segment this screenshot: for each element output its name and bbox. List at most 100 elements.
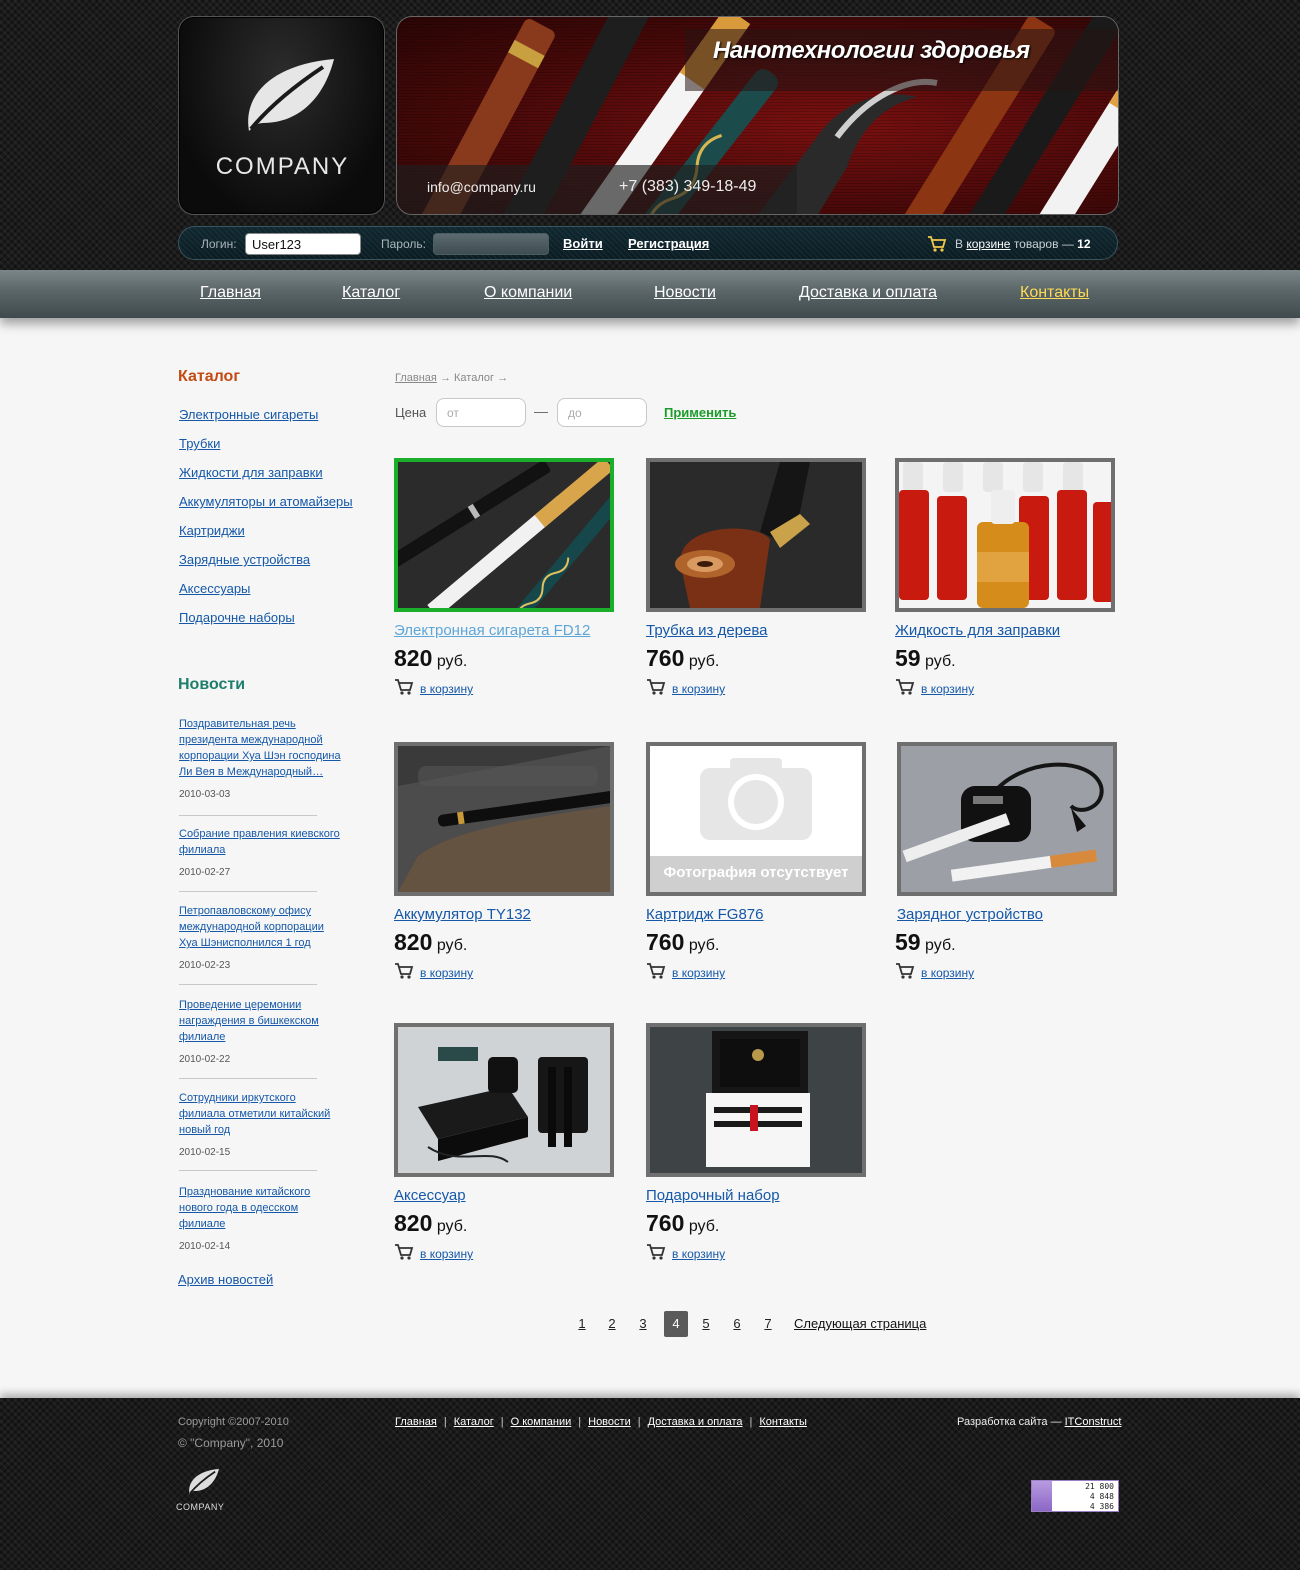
news-archive-link[interactable]: Архив новостей: [178, 1272, 273, 1287]
cart-icon[interactable]: [646, 1243, 666, 1260]
product-image[interactable]: [394, 1023, 614, 1177]
product-name-link[interactable]: Жидкость для заправки: [895, 622, 1060, 639]
catalog-heading: Каталог: [178, 368, 240, 385]
price-value: 59: [895, 645, 921, 671]
contact-email[interactable]: info@company.ru: [427, 179, 536, 195]
news-link[interactable]: Сотрудники иркутского филиала отметили к…: [179, 1090, 341, 1138]
price-currency: руб.: [688, 937, 720, 954]
cart-icon[interactable]: [927, 235, 947, 252]
news-link[interactable]: Празднование китайского нового года в од…: [179, 1184, 325, 1232]
price-value: 59: [895, 929, 921, 955]
cart-icon[interactable]: [646, 678, 666, 695]
page-link[interactable]: 6: [725, 1311, 749, 1337]
category-link[interactable]: Аксессуары: [179, 581, 250, 596]
add-to-cart-link[interactable]: в корзину: [672, 1247, 725, 1261]
product-image[interactable]: [646, 458, 866, 612]
price-from-input[interactable]: [436, 398, 526, 427]
price-currency: руб.: [436, 653, 468, 670]
product-name-link[interactable]: Трубка из дерева: [646, 622, 768, 639]
cart-icon[interactable]: [394, 962, 414, 979]
register-link[interactable]: Регистрация: [628, 236, 709, 251]
news-date: 2010-02-15: [179, 1147, 231, 1158]
news-link[interactable]: Поздравительная речь президента междунар…: [179, 716, 351, 780]
product-image[interactable]: [394, 458, 614, 612]
product-name-link[interactable]: Зарядног устройство: [897, 906, 1043, 923]
page-link[interactable]: 5: [694, 1311, 718, 1337]
news-divider: [179, 891, 317, 892]
add-to-cart-link[interactable]: в корзину: [420, 1247, 473, 1261]
category-link[interactable]: Трубки: [179, 436, 220, 451]
developer-link[interactable]: ITConstruct: [1065, 1416, 1122, 1428]
apply-filter-button[interactable]: Применить: [664, 405, 736, 420]
product-card: Фотография отсутствует Картридж FG876 76…: [646, 742, 886, 992]
price-value: 760: [646, 1210, 685, 1236]
news-heading: Новости: [178, 676, 246, 693]
next-page-link[interactable]: Следующая страница: [794, 1311, 926, 1337]
news-link[interactable]: Собрание правления киевского филиала: [179, 826, 349, 858]
footer-nav-home[interactable]: Главная: [395, 1416, 437, 1428]
news-link[interactable]: Проведение церемонии награждения в бишке…: [179, 997, 329, 1045]
visit-counter-badge[interactable]: 21 800 4 848 4 386: [1031, 1480, 1119, 1512]
product-card: Зарядног устройство 59 руб. в корзину: [895, 742, 1137, 992]
product-name-link[interactable]: Подарочный набор: [646, 1187, 780, 1204]
developer-prefix: Разработка сайта —: [957, 1416, 1062, 1428]
price-to-input[interactable]: [557, 398, 647, 427]
footer-nav-news[interactable]: Новости: [588, 1416, 631, 1428]
cart-icon[interactable]: [394, 1243, 414, 1260]
price-value: 760: [646, 645, 685, 671]
news-link[interactable]: Петропавловскому офису международной кор…: [179, 903, 335, 951]
product-price: 59 руб.: [895, 929, 956, 956]
nav-about[interactable]: О компании: [484, 284, 572, 302]
logo[interactable]: COMPANY: [178, 16, 385, 215]
add-to-cart-link[interactable]: в корзину: [672, 682, 725, 696]
footer-leaf-logo-icon[interactable]: [186, 1468, 220, 1496]
cart-icon[interactable]: [895, 962, 915, 979]
product-name-link[interactable]: Электронная сигарета FD12: [394, 622, 590, 639]
footer-nav-catalog[interactable]: Каталог: [454, 1416, 494, 1428]
product-image[interactable]: [394, 742, 614, 896]
nav-news[interactable]: Новости: [654, 284, 716, 302]
product-card: Аксессуар 820 руб. в корзину: [394, 1023, 634, 1273]
nav-catalog[interactable]: Каталог: [342, 284, 400, 302]
login-input[interactable]: [245, 233, 361, 255]
add-to-cart-link[interactable]: в корзину: [420, 966, 473, 980]
product-image[interactable]: [895, 458, 1115, 612]
footer-nav-contacts[interactable]: Контакты: [759, 1416, 807, 1428]
footer-nav-about[interactable]: О компании: [511, 1416, 572, 1428]
product-name-link[interactable]: Картридж FG876: [646, 906, 764, 923]
product-image[interactable]: [646, 1023, 866, 1177]
product-image[interactable]: Фотография отсутствует: [646, 742, 866, 896]
nav-contacts[interactable]: Контакты: [1020, 284, 1089, 302]
nav-delivery[interactable]: Доставка и оплата: [799, 284, 937, 302]
product-card: Аккумулятор TY132 820 руб. в корзину: [394, 742, 634, 992]
cart-icon[interactable]: [394, 678, 414, 695]
page-link[interactable]: 1: [570, 1311, 594, 1337]
add-to-cart-link[interactable]: в корзину: [672, 966, 725, 980]
add-to-cart-link[interactable]: в корзину: [420, 682, 473, 696]
category-link[interactable]: Зарядные устройства: [179, 552, 310, 567]
leaf-logo-icon: [248, 59, 334, 131]
footer-nav-delivery[interactable]: Доставка и оплата: [648, 1416, 743, 1428]
add-to-cart-link[interactable]: в корзину: [921, 966, 974, 980]
category-link[interactable]: Электронные сигареты: [179, 407, 318, 422]
cart-icon[interactable]: [646, 962, 666, 979]
page-link[interactable]: 3: [631, 1311, 655, 1337]
breadcrumb-home[interactable]: Главная: [395, 372, 437, 384]
category-link[interactable]: Подарочне наборы: [179, 610, 295, 625]
product-name-link[interactable]: Аккумулятор TY132: [394, 906, 531, 923]
category-link[interactable]: Аккумуляторы и атомайзеры: [179, 494, 353, 509]
password-input[interactable]: [433, 233, 549, 255]
product-card: Жидкость для заправки 59 руб. в корзину: [895, 458, 1135, 708]
login-button[interactable]: Войти: [563, 236, 603, 251]
cart-link[interactable]: корзине: [966, 237, 1010, 251]
product-name-link[interactable]: Аксессуар: [394, 1187, 466, 1204]
category-link[interactable]: Картриджи: [179, 523, 245, 538]
product-image[interactable]: [897, 742, 1117, 896]
developer-credit: Разработка сайта — ITConstruct: [957, 1416, 1121, 1428]
nav-home[interactable]: Главная: [200, 284, 261, 302]
page-link[interactable]: 2: [600, 1311, 624, 1337]
add-to-cart-link[interactable]: в корзину: [921, 682, 974, 696]
cart-icon[interactable]: [895, 678, 915, 695]
page-link[interactable]: 7: [756, 1311, 780, 1337]
category-link[interactable]: Жидкости для заправки: [179, 465, 323, 480]
